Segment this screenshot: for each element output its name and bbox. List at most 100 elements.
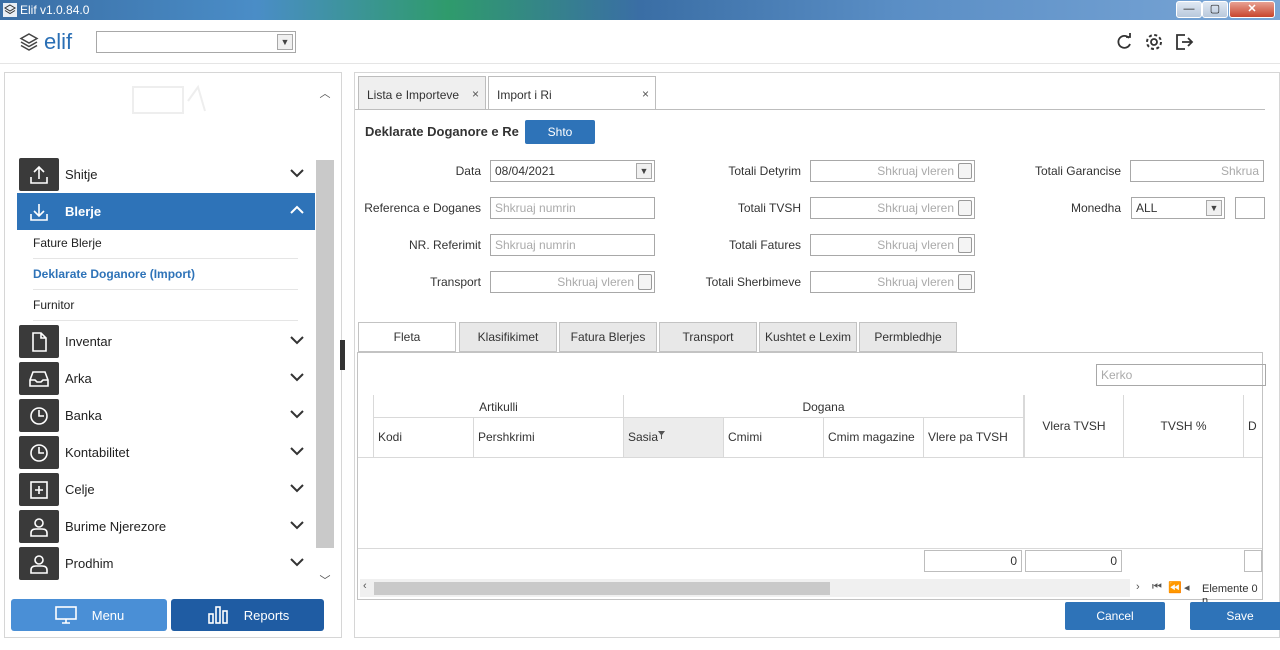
exchange-rate-input[interactable] <box>1235 197 1265 219</box>
sidebar-item-label: Blerje <box>65 204 102 219</box>
clock-icon <box>19 436 59 469</box>
column-header-pershkrimi[interactable]: Pershkrimi <box>474 418 624 458</box>
chevron-down-icon[interactable] <box>289 480 305 496</box>
subtab-kushtet-e-leximit[interactable]: Kushtet e Lexim <box>759 322 857 352</box>
totali-detyrim-input[interactable]: Shkruaj vleren <box>810 160 975 182</box>
monedha-value: ALL <box>1136 201 1158 215</box>
transport-input[interactable]: Shkruaj vleren <box>490 271 655 293</box>
column-header-sasia[interactable]: Sasia <box>624 418 724 458</box>
subtab-fatura-blerjes[interactable]: Fatura Blerjes <box>559 322 657 352</box>
shto-button[interactable]: Shto <box>525 120 595 144</box>
row-selector-header <box>358 395 374 458</box>
chevron-down-icon[interactable] <box>289 517 305 533</box>
column-header-d[interactable]: D <box>1244 395 1262 458</box>
reports-button-label: Reports <box>243 607 290 623</box>
menu-button[interactable]: Menu <box>11 599 167 631</box>
subtab-permbledhje[interactable]: Permbledhje <box>859 322 957 352</box>
refresh-icon[interactable] <box>1114 32 1134 52</box>
sidebar-item-blerje[interactable]: Blerje <box>17 193 315 230</box>
chevron-down-icon[interactable] <box>289 406 305 422</box>
gear-icon[interactable] <box>1144 32 1164 52</box>
stepper-icon[interactable] <box>958 237 972 253</box>
company-select[interactable]: ▼ <box>96 31 296 53</box>
column-header-tvsh-percent[interactable]: TVSH % <box>1124 395 1244 458</box>
column-header-cmim-magazine[interactable]: Cmim magazine <box>824 418 924 458</box>
subtab-fleta[interactable]: Fleta <box>358 322 456 352</box>
chevron-down-icon[interactable] <box>289 369 305 385</box>
window-minimize-button[interactable]: — <box>1176 1 1202 18</box>
sidebar-item-arka[interactable]: Arka <box>17 360 315 397</box>
sidebar-item-shitje[interactable]: Shitje <box>17 156 315 193</box>
referenca-input[interactable]: Shkruaj numrin <box>490 197 655 219</box>
window-maximize-button[interactable]: ▢ <box>1202 1 1228 18</box>
sidebar-item-banka[interactable]: Banka <box>17 397 315 434</box>
sidebar-item-prodhim[interactable]: Prodhim <box>17 545 315 582</box>
sidebar-item-kontabilitet[interactable]: Kontabilitet <box>17 434 315 471</box>
chevron-up-icon[interactable] <box>289 202 305 218</box>
chevron-down-icon[interactable]: ▼ <box>636 163 652 179</box>
scroll-up-icon[interactable]: ︿ <box>316 85 334 100</box>
sidebar-subitem-furnitor[interactable]: Furnitor <box>33 291 298 321</box>
sidebar-item-label: Prodhim <box>65 556 114 571</box>
totali-fatures-input[interactable]: Shkruaj vleren <box>810 234 975 256</box>
chevron-down-icon[interactable]: ▼ <box>277 34 293 50</box>
sidebar-subitem-fature-blerje[interactable]: Fature Blerje <box>33 229 298 259</box>
column-header-cmimi[interactable]: Cmimi <box>724 418 824 458</box>
chevron-down-icon[interactable] <box>289 443 305 459</box>
column-header-kodi[interactable]: Kodi <box>374 418 474 458</box>
grid-search-input[interactable]: Kerko <box>1096 364 1266 386</box>
scroll-down-icon[interactable]: ﹀ <box>316 572 334 587</box>
scrollbar-thumb[interactable] <box>316 160 334 548</box>
chevron-down-icon[interactable]: ▼ <box>1206 200 1222 216</box>
window-close-button[interactable]: ✕ <box>1229 1 1275 18</box>
tab-bar-border <box>355 109 1265 110</box>
panel-resize-handle[interactable] <box>340 340 345 370</box>
stepper-icon[interactable] <box>958 274 972 290</box>
sidebar-item-label: Celje <box>65 482 95 497</box>
sidebar: ︿ ﹀ Shitje Blerje Fature Blerje Deklarat… <box>4 72 342 638</box>
grid-horizontal-scrollbar[interactable]: ‹ <box>360 579 1130 597</box>
save-button[interactable]: Save <box>1190 602 1280 630</box>
sidebar-scrollbar[interactable]: ︿ ﹀ <box>316 85 334 587</box>
totali-garancise-input[interactable]: Shkrua <box>1130 160 1264 182</box>
nr-referimit-input[interactable]: Shkruaj numrin <box>490 234 655 256</box>
totali-sherbimeve-placeholder: Shkruaj vleren <box>877 275 954 289</box>
prev-icon[interactable]: ◂ <box>1184 581 1190 594</box>
column-header-vlere-pa-tvsh[interactable]: Vlere pa TVSH <box>924 418 1024 458</box>
column-header-vlera-tvsh[interactable]: Vlera TVSH <box>1024 395 1124 458</box>
sidebar-item-burime-njerezore[interactable]: Burime Njerezore <box>17 508 315 545</box>
scrollbar-thumb[interactable] <box>374 582 830 595</box>
scroll-left-icon[interactable]: ‹ <box>363 580 367 592</box>
layers-logo-icon <box>19 33 39 51</box>
close-icon[interactable]: × <box>642 87 649 101</box>
stepper-icon[interactable] <box>958 200 972 216</box>
data-date-field[interactable]: 08/04/2021 ▼ <box>490 160 655 182</box>
chevron-down-icon[interactable] <box>289 554 305 570</box>
subtab-transport[interactable]: Transport <box>659 322 757 352</box>
sidebar-subitem-deklarate-doganore[interactable]: Deklarate Doganore (Import) <box>33 260 298 290</box>
cancel-button[interactable]: Cancel <box>1065 602 1165 630</box>
chevron-down-icon[interactable] <box>289 332 305 348</box>
close-icon[interactable]: × <box>472 87 479 101</box>
sidebar-item-celje[interactable]: Celje <box>17 471 315 508</box>
tab-lista-e-importeve[interactable]: Lista e Importeve × <box>358 76 486 110</box>
first-page-icon[interactable]: ⏮ <box>1152 581 1162 594</box>
subtab-klasifikimet[interactable]: Klasifikimet <box>459 322 557 352</box>
filter-icon[interactable] <box>658 431 665 439</box>
chevron-down-icon[interactable] <box>289 165 305 181</box>
totali-tvsh-input[interactable]: Shkruaj vleren <box>810 197 975 219</box>
previous-page-icon[interactable]: ⏪ <box>1168 581 1182 594</box>
totali-sherbimeve-input[interactable]: Shkruaj vleren <box>810 271 975 293</box>
logout-icon[interactable] <box>1174 32 1194 52</box>
stepper-icon[interactable] <box>958 163 972 179</box>
sidebar-item-inventar[interactable]: Inventar <box>17 323 315 360</box>
stepper-icon[interactable] <box>638 274 652 290</box>
main-content: Lista e Importeve × Import i Ri × Deklar… <box>354 72 1280 638</box>
scroll-right-icon[interactable]: › <box>1136 581 1140 593</box>
monitor-icon <box>132 84 206 114</box>
transport-label: Transport <box>430 275 481 289</box>
reports-button[interactable]: Reports <box>171 599 324 631</box>
tab-import-i-ri[interactable]: Import i Ri × <box>488 76 656 110</box>
sidebar-item-label: Banka <box>65 408 102 423</box>
monedha-select[interactable]: ALL ▼ <box>1131 197 1225 219</box>
